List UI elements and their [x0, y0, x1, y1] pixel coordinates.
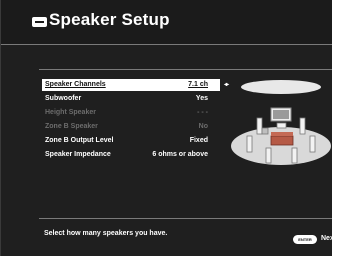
setting-label: Subwoofer — [45, 95, 82, 102]
help-text: Select how many speakers you have. — [44, 230, 168, 237]
setting-label: Zone B Output Level — [45, 137, 114, 144]
header-bar: Speaker Setup — [1, 0, 333, 44]
bottom-divider — [39, 218, 333, 219]
setting-value: No — [198, 123, 208, 130]
front-left-speaker-icon — [256, 117, 263, 135]
setup-screen: Speaker Setup Speaker Channels 7.1 ch ◂▸… — [0, 0, 338, 256]
setup-menu-icon — [32, 17, 47, 27]
setting-label: Speaker Impedance — [45, 151, 111, 158]
setting-value: 7.1 ch — [188, 81, 208, 88]
tv-screen — [273, 110, 289, 119]
sofa-back — [271, 132, 293, 136]
enter-button[interactable]: ENTER — [293, 235, 317, 244]
setting-label: Height Speaker — [45, 109, 96, 116]
surround-right-speaker-icon — [309, 135, 316, 153]
speaker-layout-illustration — [231, 80, 331, 165]
setting-value: Yes — [195, 95, 208, 102]
header-divider — [1, 44, 333, 45]
center-speaker-icon — [276, 122, 287, 129]
front-right-speaker-icon — [299, 117, 306, 135]
page-title: Speaker Setup — [49, 10, 170, 29]
setting-value: Fixed — [189, 137, 208, 144]
ceiling-disc — [241, 80, 321, 94]
setting-row-speaker-channels[interactable]: Speaker Channels 7.1 ch ◂▸ — [42, 79, 229, 91]
surround-left-speaker-icon — [246, 135, 253, 153]
setting-row-height-speaker: Height Speaker - - - — [42, 107, 220, 119]
setting-row-subwoofer[interactable]: Subwoofer Yes — [42, 93, 220, 105]
setting-label: Zone B Speaker — [45, 123, 98, 130]
setting-value: 6 ohms or above — [152, 151, 208, 158]
setting-row-speaker-impedance[interactable]: Speaker Impedance 6 ohms or above — [42, 149, 220, 161]
right-edge — [332, 0, 338, 256]
top-divider — [39, 69, 333, 70]
sofa-icon — [270, 135, 294, 146]
setting-row-zone-b-output-level[interactable]: Zone B Output Level Fixed — [42, 135, 220, 147]
setting-label: Speaker Channels — [45, 81, 106, 88]
setting-row-zone-b-speaker: Zone B Speaker No — [42, 121, 220, 133]
subwoofer-icon — [261, 127, 269, 135]
surround-back-right-speaker-icon — [291, 147, 298, 164]
setting-value: - - - — [197, 109, 208, 116]
settings-menu: Speaker Channels 7.1 ch ◂▸ Subwoofer Yes… — [42, 79, 229, 163]
surround-back-left-speaker-icon — [265, 147, 272, 164]
